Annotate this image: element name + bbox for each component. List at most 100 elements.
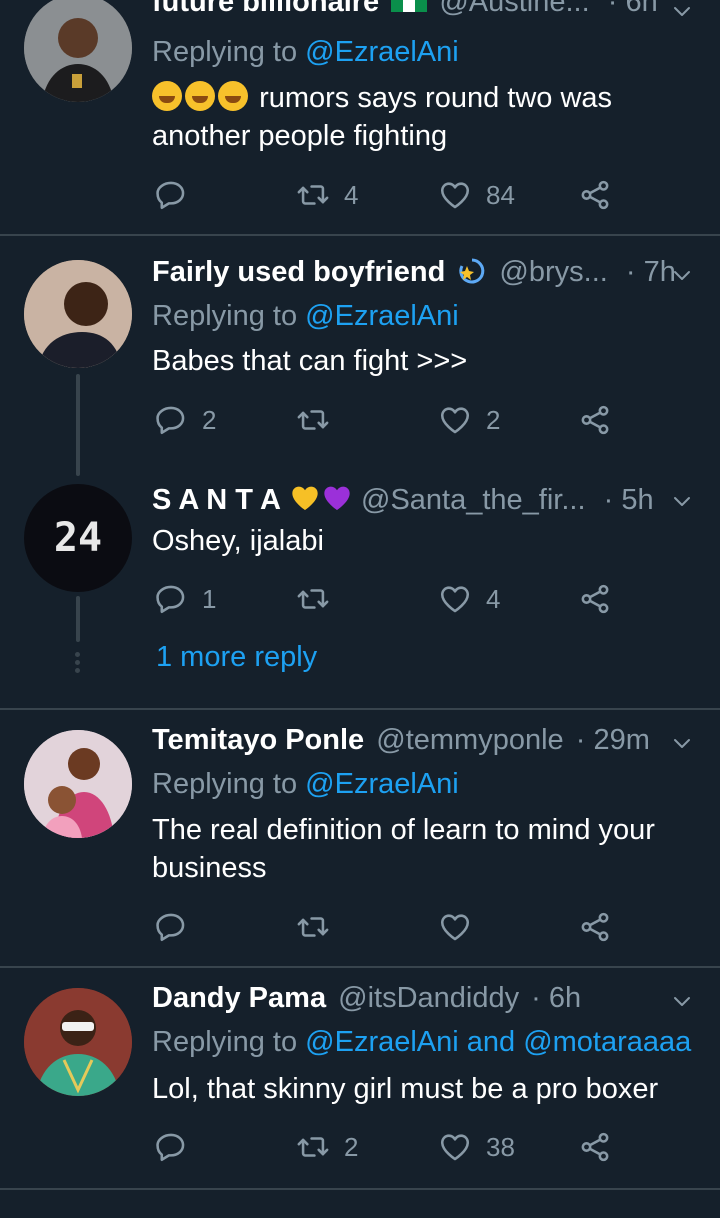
like-button[interactable]: 38 (438, 1127, 515, 1167)
retweet-count: 2 (344, 1131, 359, 1162)
user-name[interactable]: Fairly used boyfriend (152, 256, 445, 288)
user-name[interactable]: future billionaire (152, 0, 379, 18)
avatar-number: 24 (53, 515, 103, 561)
tweet-dandy-pama[interactable]: Dandy Pama @itsDandiddy · 6h Replying to… (0, 968, 720, 1188)
retweet-icon (296, 1130, 330, 1164)
mention-link[interactable]: @EzraelAni and @motaraaaa (305, 1026, 691, 1058)
avatar[interactable] (24, 260, 132, 368)
tweet-temitayo-ponle[interactable]: Temitayo Ponle @temmyponle · 29m Replyin… (0, 710, 720, 966)
user-handle[interactable]: @Santa_the_fir... (361, 484, 586, 516)
user-handle[interactable]: @Austine... (439, 0, 589, 18)
tweet-header: future billionaire @Austine... · 6h (152, 0, 690, 26)
tweet-fairly-used-boyfriend[interactable]: Fairly used boyfriend @brys... · 7h Repl… (0, 236, 720, 708)
tweet-header: S A N T A @Santa_the_fir... · 5h (152, 482, 690, 522)
timestamp[interactable]: 29m (593, 724, 649, 756)
retweet-button[interactable]: 4 (296, 175, 358, 215)
tweet-text: Lol, that skinny girl must be a pro boxe… (152, 1073, 659, 1105)
separator-dot: · (625, 256, 636, 288)
retweet-button[interactable] (296, 579, 330, 619)
divider (0, 1188, 720, 1190)
chevron-down-icon[interactable] (670, 490, 694, 514)
replying-to: Replying to @EzraelAni (152, 36, 459, 69)
timestamp[interactable]: 6h (625, 0, 657, 18)
like-count: 84 (486, 179, 515, 210)
tweet-text: Oshey, ijalabi (152, 525, 324, 557)
mention-link[interactable]: @EzraelAni (305, 768, 459, 800)
reply-icon (154, 1130, 188, 1164)
tweet-future-billionaire[interactable]: future billionaire @Austine... · 6h Repl… (0, 0, 720, 234)
tweet-actions: 2 38 (152, 1127, 622, 1167)
like-button[interactable] (438, 907, 472, 947)
tweet-header: Temitayo Ponle @temmyponle · 29m (152, 724, 690, 764)
tweet-header: Dandy Pama @itsDandiddy · 6h (152, 982, 690, 1022)
reply-button[interactable]: 1 (154, 579, 216, 619)
like-button[interactable]: 84 (438, 175, 515, 215)
tweet-actions: 2 2 (152, 400, 622, 440)
share-icon (578, 582, 612, 616)
laughing-emoji-icon (218, 81, 248, 111)
show-more-replies-link[interactable]: 1 more reply (156, 641, 317, 674)
heart-icon (438, 403, 472, 437)
mention-link[interactable]: @EzraelAni (305, 300, 459, 332)
chevron-down-icon[interactable] (670, 264, 694, 288)
chevron-down-icon[interactable] (670, 990, 694, 1014)
dizzy-icon (457, 256, 487, 286)
user-handle[interactable]: @itsDandiddy (338, 982, 519, 1014)
replying-to: Replying to @EzraelAni and @motaraaaa (152, 1026, 691, 1059)
avatar[interactable]: 24 (24, 484, 132, 592)
retweet-button[interactable]: 2 (296, 1127, 358, 1167)
avatar[interactable] (24, 0, 132, 102)
avatar[interactable] (24, 988, 132, 1096)
like-button[interactable]: 2 (438, 400, 500, 440)
thread-line (76, 596, 80, 642)
tweet-text: Babes that can fight >>> (152, 345, 468, 377)
replying-to: Replying to @EzraelAni (152, 300, 459, 333)
user-handle[interactable]: @temmyponle (376, 724, 563, 756)
chevron-down-icon[interactable] (670, 732, 694, 756)
retweet-button[interactable] (296, 907, 330, 947)
share-icon (578, 403, 612, 437)
thread-dot (75, 668, 80, 673)
replying-to-label: Replying to (152, 1026, 298, 1058)
reply-icon (154, 178, 188, 212)
thread-dot (75, 660, 80, 665)
share-icon (578, 910, 612, 944)
reply-button[interactable] (154, 907, 188, 947)
share-button[interactable] (578, 175, 612, 215)
user-name[interactable]: S A N T A (152, 484, 281, 516)
like-count: 4 (486, 583, 501, 614)
tweet-text-block: rumors says round two was another people… (152, 79, 692, 155)
thread-dot (75, 652, 80, 657)
chevron-down-icon[interactable] (670, 0, 694, 24)
reply-button[interactable] (154, 1127, 188, 1167)
separator-dot: · (603, 484, 614, 516)
tweet-actions: 1 4 (152, 579, 622, 619)
share-button[interactable] (578, 400, 612, 440)
tweet-header: Fairly used boyfriend @brys... · 7h (152, 256, 690, 296)
heart-icon (438, 910, 472, 944)
heart-icon (438, 1130, 472, 1164)
retweet-button[interactable] (296, 400, 330, 440)
user-name[interactable]: Temitayo Ponle (152, 724, 364, 756)
tweet-santa[interactable]: 24 S A N T A @Santa_the_fir... · 5h Oshe… (0, 476, 720, 706)
replying-to-label: Replying to (152, 36, 298, 68)
mention-link[interactable]: @EzraelAni (305, 36, 459, 68)
like-count: 2 (486, 404, 501, 435)
reply-button[interactable] (154, 175, 188, 215)
share-button[interactable] (578, 579, 612, 619)
share-icon (578, 1130, 612, 1164)
reply-button[interactable]: 2 (154, 400, 216, 440)
laughing-emoji-icon (185, 81, 215, 111)
timestamp[interactable]: 6h (549, 982, 581, 1014)
heart-icon (438, 178, 472, 212)
retweet-icon (296, 403, 330, 437)
share-button[interactable] (578, 907, 612, 947)
share-button[interactable] (578, 1127, 612, 1167)
user-name[interactable]: Dandy Pama (152, 982, 326, 1014)
avatar[interactable] (24, 730, 132, 838)
user-handle[interactable]: @brys... (499, 256, 607, 288)
like-button[interactable]: 4 (438, 579, 500, 619)
timestamp[interactable]: 5h (621, 484, 653, 516)
retweet-count: 4 (344, 179, 359, 210)
thread-line (76, 374, 80, 476)
